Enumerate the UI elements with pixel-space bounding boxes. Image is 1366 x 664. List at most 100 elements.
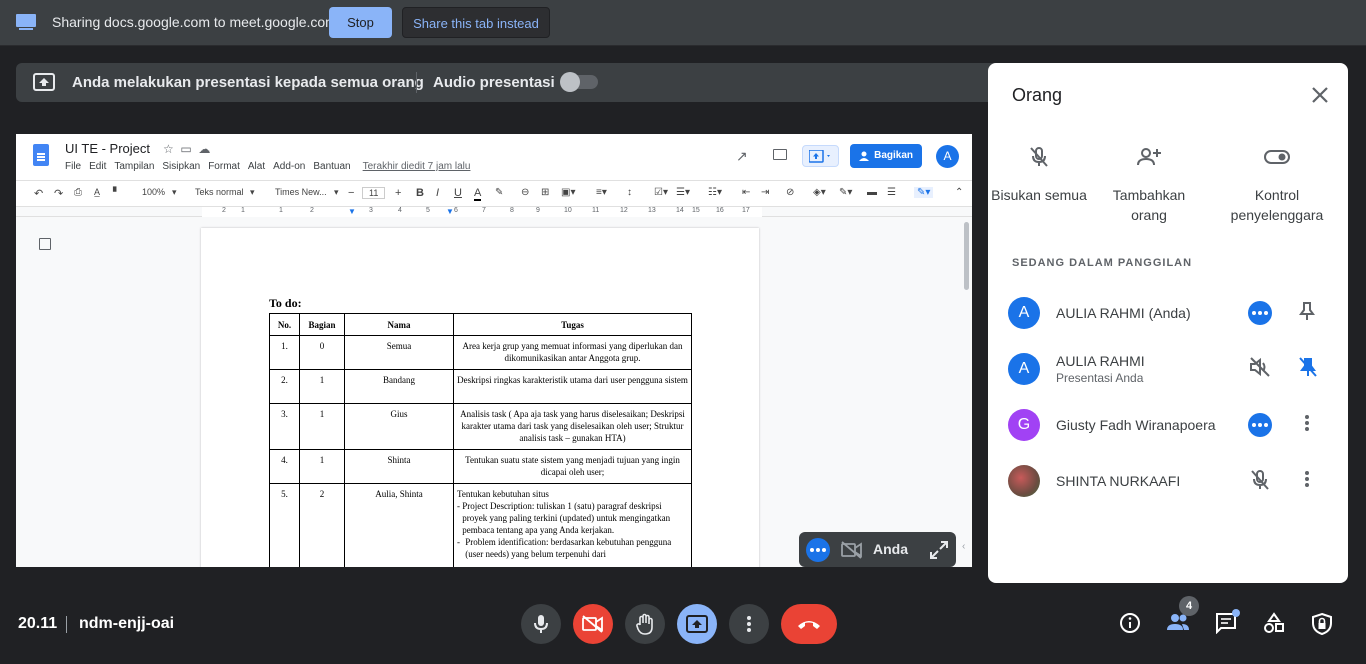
info-icon[interactable]: [1119, 612, 1141, 634]
col-header-bagian: Bagian: [299, 313, 345, 336]
spellcheck-icon[interactable]: A̲: [94, 187, 100, 197]
underline-icon[interactable]: U: [454, 187, 462, 199]
fill-color-icon[interactable]: ◈▾: [813, 187, 826, 198]
participant-row[interactable]: SHINTA NURKAAFI: [1008, 465, 1328, 515]
paint-format-icon[interactable]: ▘: [113, 187, 120, 198]
participant-row[interactable]: A AULIA RAHMI (Anda): [1008, 297, 1328, 347]
toggle-knob: [560, 72, 580, 92]
participant-row[interactable]: A AULIA RAHMI Presentasi Anda: [1008, 353, 1328, 403]
audio-presentation-toggle[interactable]: [560, 72, 598, 92]
line-spacing-icon[interactable]: ↕: [627, 187, 632, 198]
more-options-icon[interactable]: [806, 538, 830, 562]
participant-row[interactable]: G Giusty Fadh Wiranapoera: [1008, 409, 1328, 459]
meeting-code[interactable]: ndm-enjj-oai: [79, 615, 174, 633]
zoom-select[interactable]: 100%: [142, 187, 165, 197]
font-select[interactable]: Times New...: [275, 187, 327, 197]
last-edit-link[interactable]: Terakhir diedit 7 jam lalu: [363, 161, 471, 172]
collapse-arrow-icon[interactable]: ‹: [962, 541, 965, 552]
docs-share-button[interactable]: Bagikan: [850, 144, 922, 168]
unpin-icon[interactable]: [1298, 357, 1318, 377]
menu-file[interactable]: File: [65, 161, 81, 172]
more-options-icon[interactable]: [1248, 301, 1272, 325]
close-icon[interactable]: [1310, 85, 1330, 105]
docs-toolbar: ↶ ↷ ⎙ A̲ ▘ 100% ▾ Teks normal ▾ Times Ne…: [16, 180, 972, 207]
italic-icon[interactable]: I: [436, 187, 439, 199]
share-tab-instead-button[interactable]: Share this tab instead: [402, 7, 550, 38]
link-icon[interactable]: ⊖: [521, 187, 529, 198]
decrease-indent-icon[interactable]: ⇤: [742, 187, 750, 198]
indent-marker-icon[interactable]: ▼: [348, 207, 356, 216]
microphone-button[interactable]: [521, 604, 561, 644]
kebab-menu-icon[interactable]: [1304, 413, 1310, 433]
checklist-icon[interactable]: ☑▾: [654, 187, 668, 198]
more-options-icon[interactable]: [1248, 413, 1272, 437]
menu-help[interactable]: Bantuan: [313, 161, 350, 172]
ruler-mark: 7: [482, 207, 486, 214]
raise-hand-button[interactable]: [625, 604, 665, 644]
insert-comment-icon[interactable]: ⊞: [541, 187, 549, 198]
comment-icon[interactable]: [773, 149, 787, 160]
redo-icon[interactable]: ↷: [54, 187, 63, 200]
cell-bagian: 0: [299, 335, 345, 370]
ruler-mark: 10: [564, 207, 572, 214]
trend-icon[interactable]: ↗: [736, 148, 748, 165]
expand-icon[interactable]: [930, 541, 948, 559]
mute-all-button[interactable]: Bisukan semua: [984, 143, 1094, 205]
bold-icon[interactable]: B: [416, 187, 424, 199]
table-row: 3. 1 Gius Analisis task ( Apa aja task y…: [269, 403, 692, 450]
docs-scrollbar[interactable]: [964, 222, 969, 290]
docs-share-label: Bagikan: [874, 150, 913, 161]
numbered-list-icon[interactable]: ☷▾: [708, 187, 722, 198]
host-safety-icon[interactable]: [1311, 612, 1333, 636]
activities-icon[interactable]: [1263, 612, 1285, 634]
bulleted-list-icon[interactable]: ☰▾: [676, 187, 690, 198]
leave-call-button[interactable]: [781, 604, 837, 644]
border-dash-icon[interactable]: ☰: [887, 187, 896, 198]
decrease-size-icon[interactable]: −: [348, 187, 354, 199]
stop-sharing-button[interactable]: Stop: [329, 7, 392, 38]
menu-format[interactable]: Format: [208, 161, 240, 172]
sharing-bar: Sharing docs.google.com to meet.google.c…: [0, 0, 1366, 46]
border-width-icon[interactable]: ▬: [867, 187, 877, 198]
self-view-tile[interactable]: Anda: [799, 532, 956, 567]
kebab-menu-icon: [747, 616, 751, 632]
present-now-button[interactable]: [677, 604, 717, 644]
increase-size-icon[interactable]: +: [395, 187, 401, 199]
clear-format-icon[interactable]: ⊘: [786, 187, 794, 198]
highlight-icon[interactable]: ✎: [495, 187, 503, 198]
menu-edit[interactable]: Edit: [89, 161, 106, 172]
doc-title[interactable]: UI TE - Project: [65, 141, 150, 156]
chat-notification-dot: [1232, 609, 1240, 617]
screen-share-icon: [16, 14, 36, 30]
host-controls-button[interactable]: Kontrol penyelenggara: [1217, 143, 1337, 225]
host-controls-label: Kontrol penyelenggara: [1230, 187, 1324, 223]
text-color-icon[interactable]: A: [474, 187, 482, 201]
border-color-icon[interactable]: ✎▾: [839, 187, 852, 198]
pin-icon[interactable]: [1298, 301, 1316, 321]
participant-name: AULIA RAHMI (Anda): [1056, 305, 1191, 321]
increase-indent-icon[interactable]: ⇥: [761, 187, 769, 198]
style-chevron-icon: ▾: [250, 187, 255, 197]
present-button[interactable]: [802, 145, 839, 167]
outline-icon[interactable]: [39, 238, 51, 250]
editing-mode-icon[interactable]: ✎▾: [914, 187, 934, 198]
menu-view[interactable]: Tampilan: [114, 161, 154, 172]
speaker-off-icon[interactable]: [1249, 357, 1271, 377]
align-icon[interactable]: ≡▾: [596, 187, 607, 198]
camera-button[interactable]: [573, 604, 613, 644]
star-folder-cloud-icons[interactable]: ☆ ▭ ☁: [163, 142, 210, 156]
docs-account-avatar[interactable]: A: [936, 145, 959, 168]
font-size-field[interactable]: 11: [362, 187, 386, 199]
undo-icon[interactable]: ↶: [34, 187, 43, 200]
more-options-button[interactable]: [729, 604, 769, 644]
kebab-menu-icon[interactable]: [1304, 469, 1310, 489]
insert-image-icon[interactable]: ▣▾: [561, 187, 575, 198]
tab-marker-icon[interactable]: ▼: [446, 207, 454, 216]
menu-tools[interactable]: Alat: [248, 161, 265, 172]
add-people-button[interactable]: Tambahkan orang: [1094, 143, 1204, 225]
menu-insert[interactable]: Sisipkan: [162, 161, 200, 172]
collapse-toolbar-icon[interactable]: ⌃: [955, 187, 963, 198]
menu-addons[interactable]: Add-on: [273, 161, 305, 172]
style-select[interactable]: Teks normal: [195, 187, 244, 197]
print-icon[interactable]: ⎙: [74, 187, 82, 198]
